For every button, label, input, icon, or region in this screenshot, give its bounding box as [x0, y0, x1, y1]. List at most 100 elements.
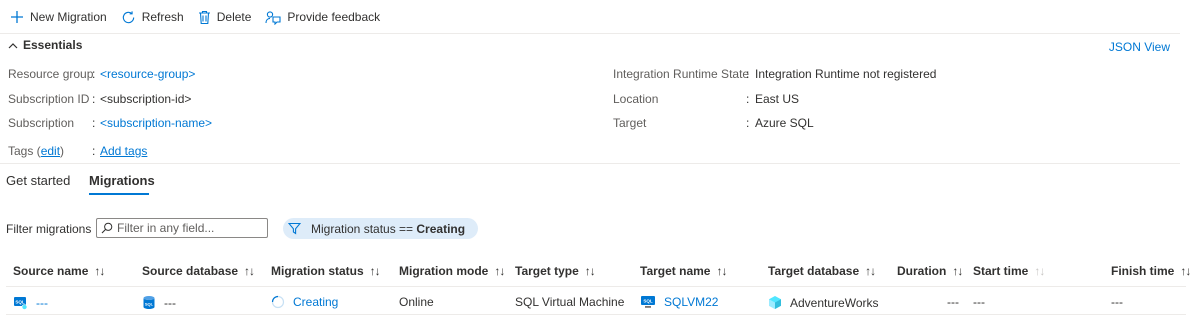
header-label: Migration mode	[399, 264, 489, 278]
filter-input[interactable]	[113, 221, 257, 235]
svg-text:SQL: SQL	[145, 302, 154, 307]
source-name-link[interactable]: ---	[36, 296, 48, 310]
colon: :	[746, 116, 750, 130]
column-header-target-name[interactable]: Target name ↑↓	[640, 264, 727, 278]
refresh-button[interactable]: Refresh	[115, 0, 192, 34]
status-filter-pill[interactable]: Migration status == Creating	[283, 218, 478, 239]
new-migration-label: New Migration	[30, 10, 107, 24]
sql-server-icon: SQL	[14, 297, 28, 310]
trash-icon	[198, 10, 210, 24]
sort-icon: ↑↓	[584, 264, 596, 278]
refresh-label: Refresh	[141, 10, 184, 24]
chevron-up-icon	[8, 42, 18, 48]
cell-target-name: SQL SQLVM22	[640, 295, 718, 309]
sort-icon: ↑↓	[865, 264, 876, 278]
column-header-source-name[interactable]: Source name ↑↓	[13, 264, 105, 278]
column-header-source-database[interactable]: Source database ↑↓	[142, 264, 255, 278]
search-icon	[101, 222, 113, 234]
header-label: Target database	[768, 264, 860, 278]
target-type-value: SQL Virtual Machine	[515, 295, 625, 309]
migration-mode-value: Online	[399, 295, 434, 309]
column-header-finish-time[interactable]: Finish time ↑↓	[1111, 264, 1191, 278]
cell-duration: ---	[947, 295, 959, 309]
sort-icon: ↑↓	[1034, 264, 1045, 278]
migration-status-link[interactable]: Creating	[293, 295, 338, 309]
command-bar: New Migration Refresh Delete Provide fee…	[0, 0, 1200, 34]
tags-label: Tags (edit)	[8, 144, 64, 158]
resource-group-link[interactable]: <resource-group>	[100, 67, 195, 81]
target-value: Azure SQL	[755, 116, 814, 130]
subscription-id-value: <subscription-id>	[100, 92, 192, 106]
header-label: Target name	[640, 264, 711, 278]
add-tags-link[interactable]: Add tags	[100, 144, 147, 158]
database-cube-icon	[769, 296, 781, 309]
essentials-toggle[interactable]: Essentials	[8, 38, 82, 52]
svg-text:SQL: SQL	[15, 300, 25, 305]
sort-icon: ↑↓	[1180, 264, 1191, 278]
cell-target-type: SQL Virtual Machine	[515, 295, 624, 309]
svg-text:SQL: SQL	[643, 298, 653, 303]
new-migration-button[interactable]: New Migration	[0, 0, 115, 34]
tags-label-prefix: Tags (	[8, 144, 41, 158]
tags-label-suffix: )	[60, 144, 65, 158]
tab-get-started[interactable]: Get started	[6, 173, 70, 188]
subscription-id-label: Subscription ID	[8, 92, 90, 106]
tab-migrations[interactable]: Migrations	[89, 173, 155, 188]
cell-source-name: SQL ---	[13, 295, 48, 310]
header-label: Migration status	[271, 264, 364, 278]
column-header-target-type[interactable]: Target type ↑↓	[515, 264, 596, 278]
delete-label: Delete	[216, 10, 252, 24]
sql-vm-icon: SQL	[641, 296, 655, 308]
toolbar-divider	[0, 33, 1180, 34]
provide-feedback-button[interactable]: Provide feedback	[259, 0, 388, 34]
cell-migration-status: Creating	[271, 295, 338, 309]
sql-database-icon: SQL	[143, 296, 155, 309]
header-label: Duration	[897, 264, 947, 278]
cell-start-time: ---	[973, 295, 985, 309]
header-label: Source database	[142, 264, 239, 278]
delete-button[interactable]: Delete	[192, 0, 260, 34]
resource-group-label: Resource group	[8, 67, 94, 81]
tags-edit-link[interactable]: edit	[41, 144, 60, 158]
cell-target-database: AdventureWorks	[768, 295, 878, 310]
colon: :	[92, 92, 96, 106]
filter-input-box[interactable]	[96, 218, 268, 238]
sort-icon: ↑↓	[94, 264, 105, 278]
json-view-link[interactable]: JSON View	[1109, 40, 1170, 54]
subscription-link[interactable]: <subscription-name>	[100, 116, 212, 130]
cell-finish-time: ---	[1111, 295, 1123, 309]
cell-source-database: SQL ---	[142, 295, 176, 310]
ir-state-value: Integration Runtime not registered	[755, 67, 937, 81]
target-name-link[interactable]: SQLVM22	[664, 295, 718, 309]
location-label: Location	[613, 92, 659, 106]
sort-icon: ↑↓	[494, 264, 505, 278]
column-header-target-database[interactable]: Target database ↑↓	[768, 264, 876, 278]
target-database-value: AdventureWorks	[790, 295, 879, 310]
sort-icon: ↑↓	[952, 264, 963, 278]
sort-icon: ↑↓	[716, 264, 727, 278]
table-header-divider	[6, 286, 1186, 287]
colon: :	[746, 92, 750, 106]
colon: :	[92, 116, 96, 130]
filter-icon	[288, 222, 301, 235]
pill-value: Creating	[416, 221, 466, 236]
sort-icon: ↑↓	[244, 264, 255, 278]
cell-migration-mode: Online	[399, 295, 434, 309]
column-header-migration-mode[interactable]: Migration mode ↑↓	[399, 264, 505, 278]
header-label: Finish time	[1111, 264, 1175, 278]
ir-state-label: Integration Runtime State	[613, 67, 750, 81]
duration-value: ---	[947, 295, 959, 309]
colon: :	[746, 67, 750, 81]
column-header-duration[interactable]: Duration ↑↓	[897, 264, 963, 278]
filter-migrations-label: Filter migrations	[6, 222, 92, 236]
column-header-start-time[interactable]: Start time ↑↓	[973, 264, 1045, 278]
pill-prefix: Migration status ==	[311, 221, 417, 236]
target-label: Target	[613, 116, 647, 130]
colon: :	[92, 67, 96, 81]
header-label: Start time	[973, 264, 1029, 278]
start-time-value: ---	[973, 295, 985, 309]
header-label: Target type	[515, 264, 579, 278]
essentials-title: Essentials	[23, 38, 83, 52]
location-value: East US	[755, 92, 800, 106]
column-header-migration-status[interactable]: Migration status ↑↓	[271, 264, 381, 278]
